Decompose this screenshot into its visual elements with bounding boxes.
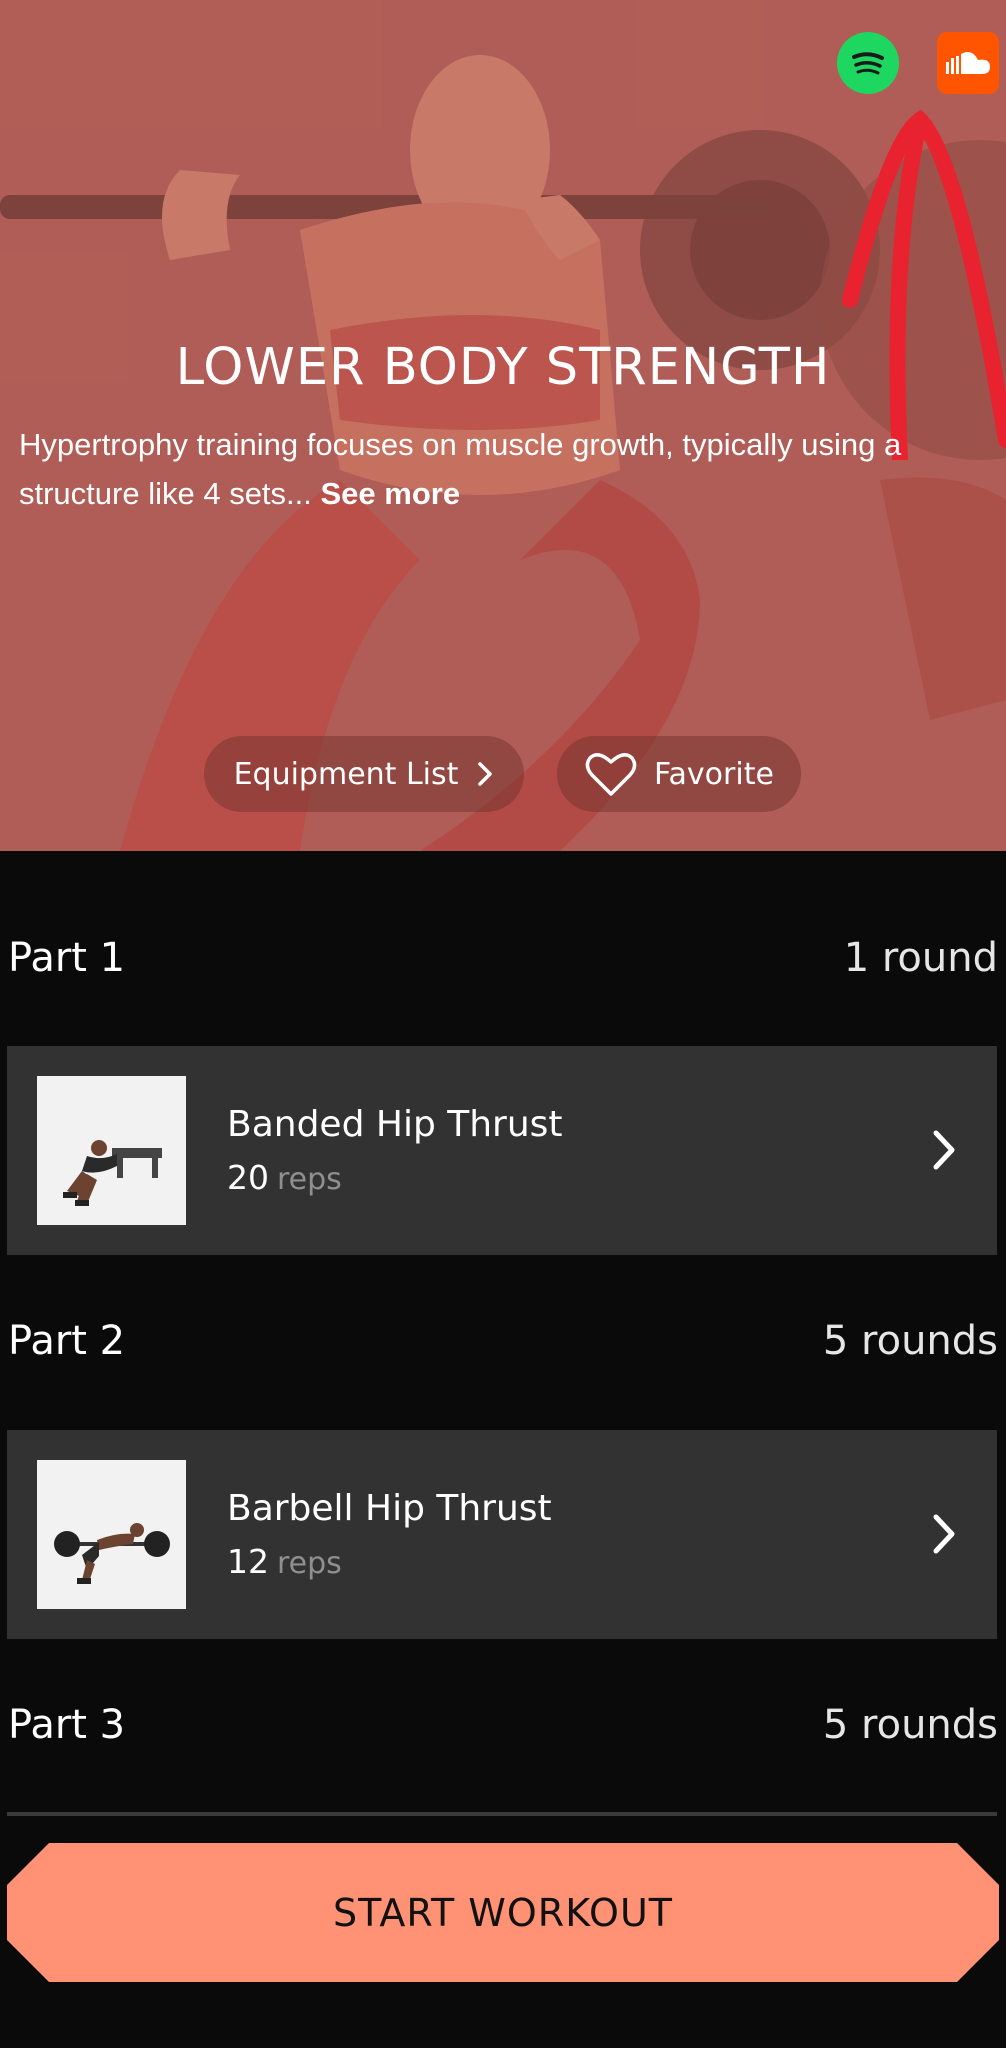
soundcloud-icon[interactable] [937,32,999,94]
part-rounds: 5 rounds [822,1318,998,1364]
annotation-arrow-icon [842,109,1006,460]
exercise-reps: 20 reps [227,1158,342,1197]
divider [7,1812,997,1816]
exercise-thumbnail [37,1076,186,1225]
part-header: Part 2 5 rounds [8,1318,998,1364]
equipment-list-button[interactable]: Equipment List [204,736,524,812]
exercise-name: Barbell Hip Thrust [227,1488,552,1529]
chevron-right-icon [933,1130,955,1170]
exercise-card[interactable]: Banded Hip Thrust 20 reps [7,1046,997,1255]
exercise-thumbnail [37,1460,186,1609]
chevron-right-icon [933,1514,955,1554]
see-more-link[interactable]: See more [321,476,461,511]
chevron-right-icon [478,762,493,786]
equipment-list-label: Equipment List [233,756,459,792]
reps-unit: reps [277,1162,342,1197]
exercise-reps: 12 reps [227,1542,342,1581]
heart-icon [585,753,637,796]
part-label: Part 2 [8,1318,126,1364]
part-rounds: 1 round [843,935,998,981]
hero-banner: LOWER BODY STRENGTH Hypertrophy training… [0,0,1006,851]
workout-title: LOWER BODY STRENGTH [175,338,831,397]
favorite-label: Favorite [654,756,774,792]
part-label: Part 1 [8,935,126,981]
exercise-card[interactable]: Barbell Hip Thrust 12 reps [7,1430,997,1639]
reps-count: 12 [227,1542,269,1581]
favorite-button[interactable]: Favorite [557,736,801,812]
part-label: Part 3 [8,1702,126,1748]
description-text: Hypertrophy training focuses on muscle g… [19,427,902,511]
part-header: Part 1 1 round [8,935,998,981]
part-header: Part 3 5 rounds [8,1702,998,1748]
start-workout-button[interactable]: START WORKOUT [7,1843,999,1982]
part-rounds: 5 rounds [822,1702,998,1748]
spotify-icon[interactable] [837,32,899,94]
workout-description: Hypertrophy training focuses on muscle g… [19,420,994,518]
reps-unit: reps [277,1546,342,1581]
exercise-name: Banded Hip Thrust [227,1104,563,1145]
reps-count: 20 [227,1158,269,1197]
